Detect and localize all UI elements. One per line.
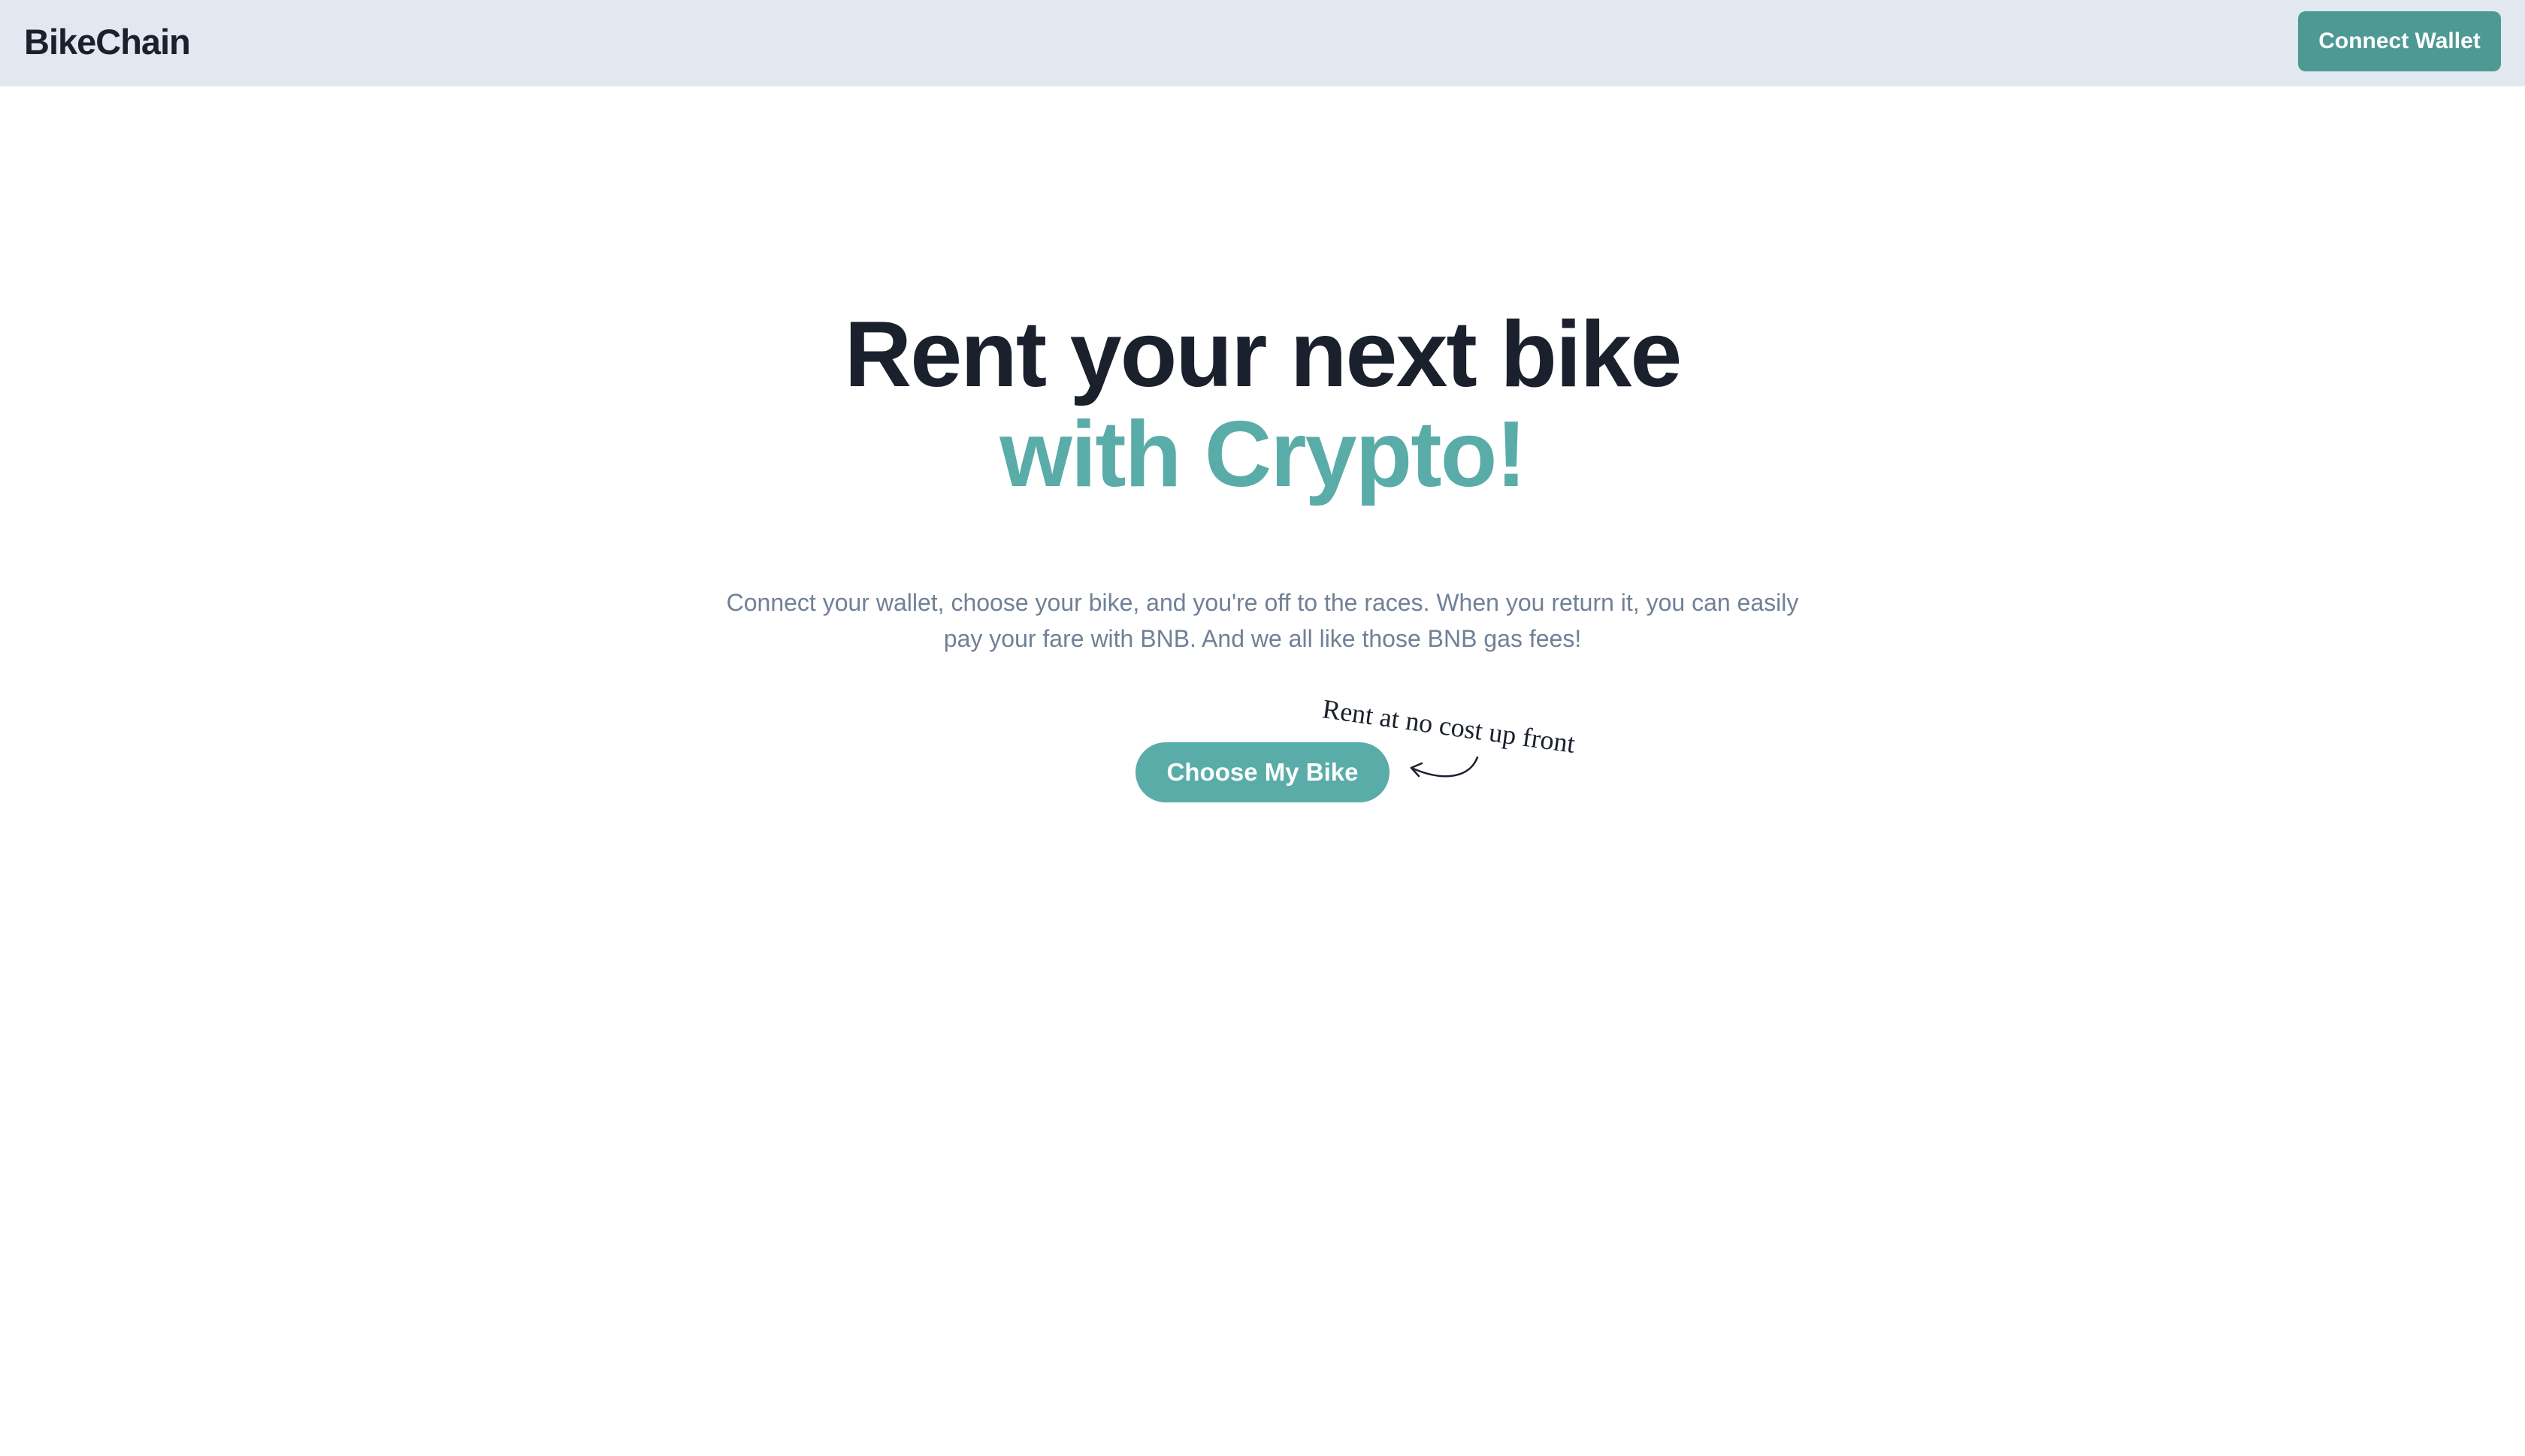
connect-wallet-button[interactable]: Connect Wallet bbox=[2298, 11, 2501, 71]
curved-arrow-icon bbox=[1410, 756, 1479, 778]
hero-headline-line1: Rent your next bike bbox=[844, 303, 1683, 406]
top-navbar: BikeChain Connect Wallet bbox=[0, 0, 2525, 86]
hero-description: Connect your wallet, choose your bike, a… bbox=[726, 589, 1799, 652]
choose-my-bike-button[interactable]: Choose My Bike bbox=[1135, 742, 1390, 802]
hero-headline-line2: with Crypto! bbox=[999, 403, 1526, 506]
brand-logo[interactable]: BikeChain bbox=[24, 18, 191, 66]
